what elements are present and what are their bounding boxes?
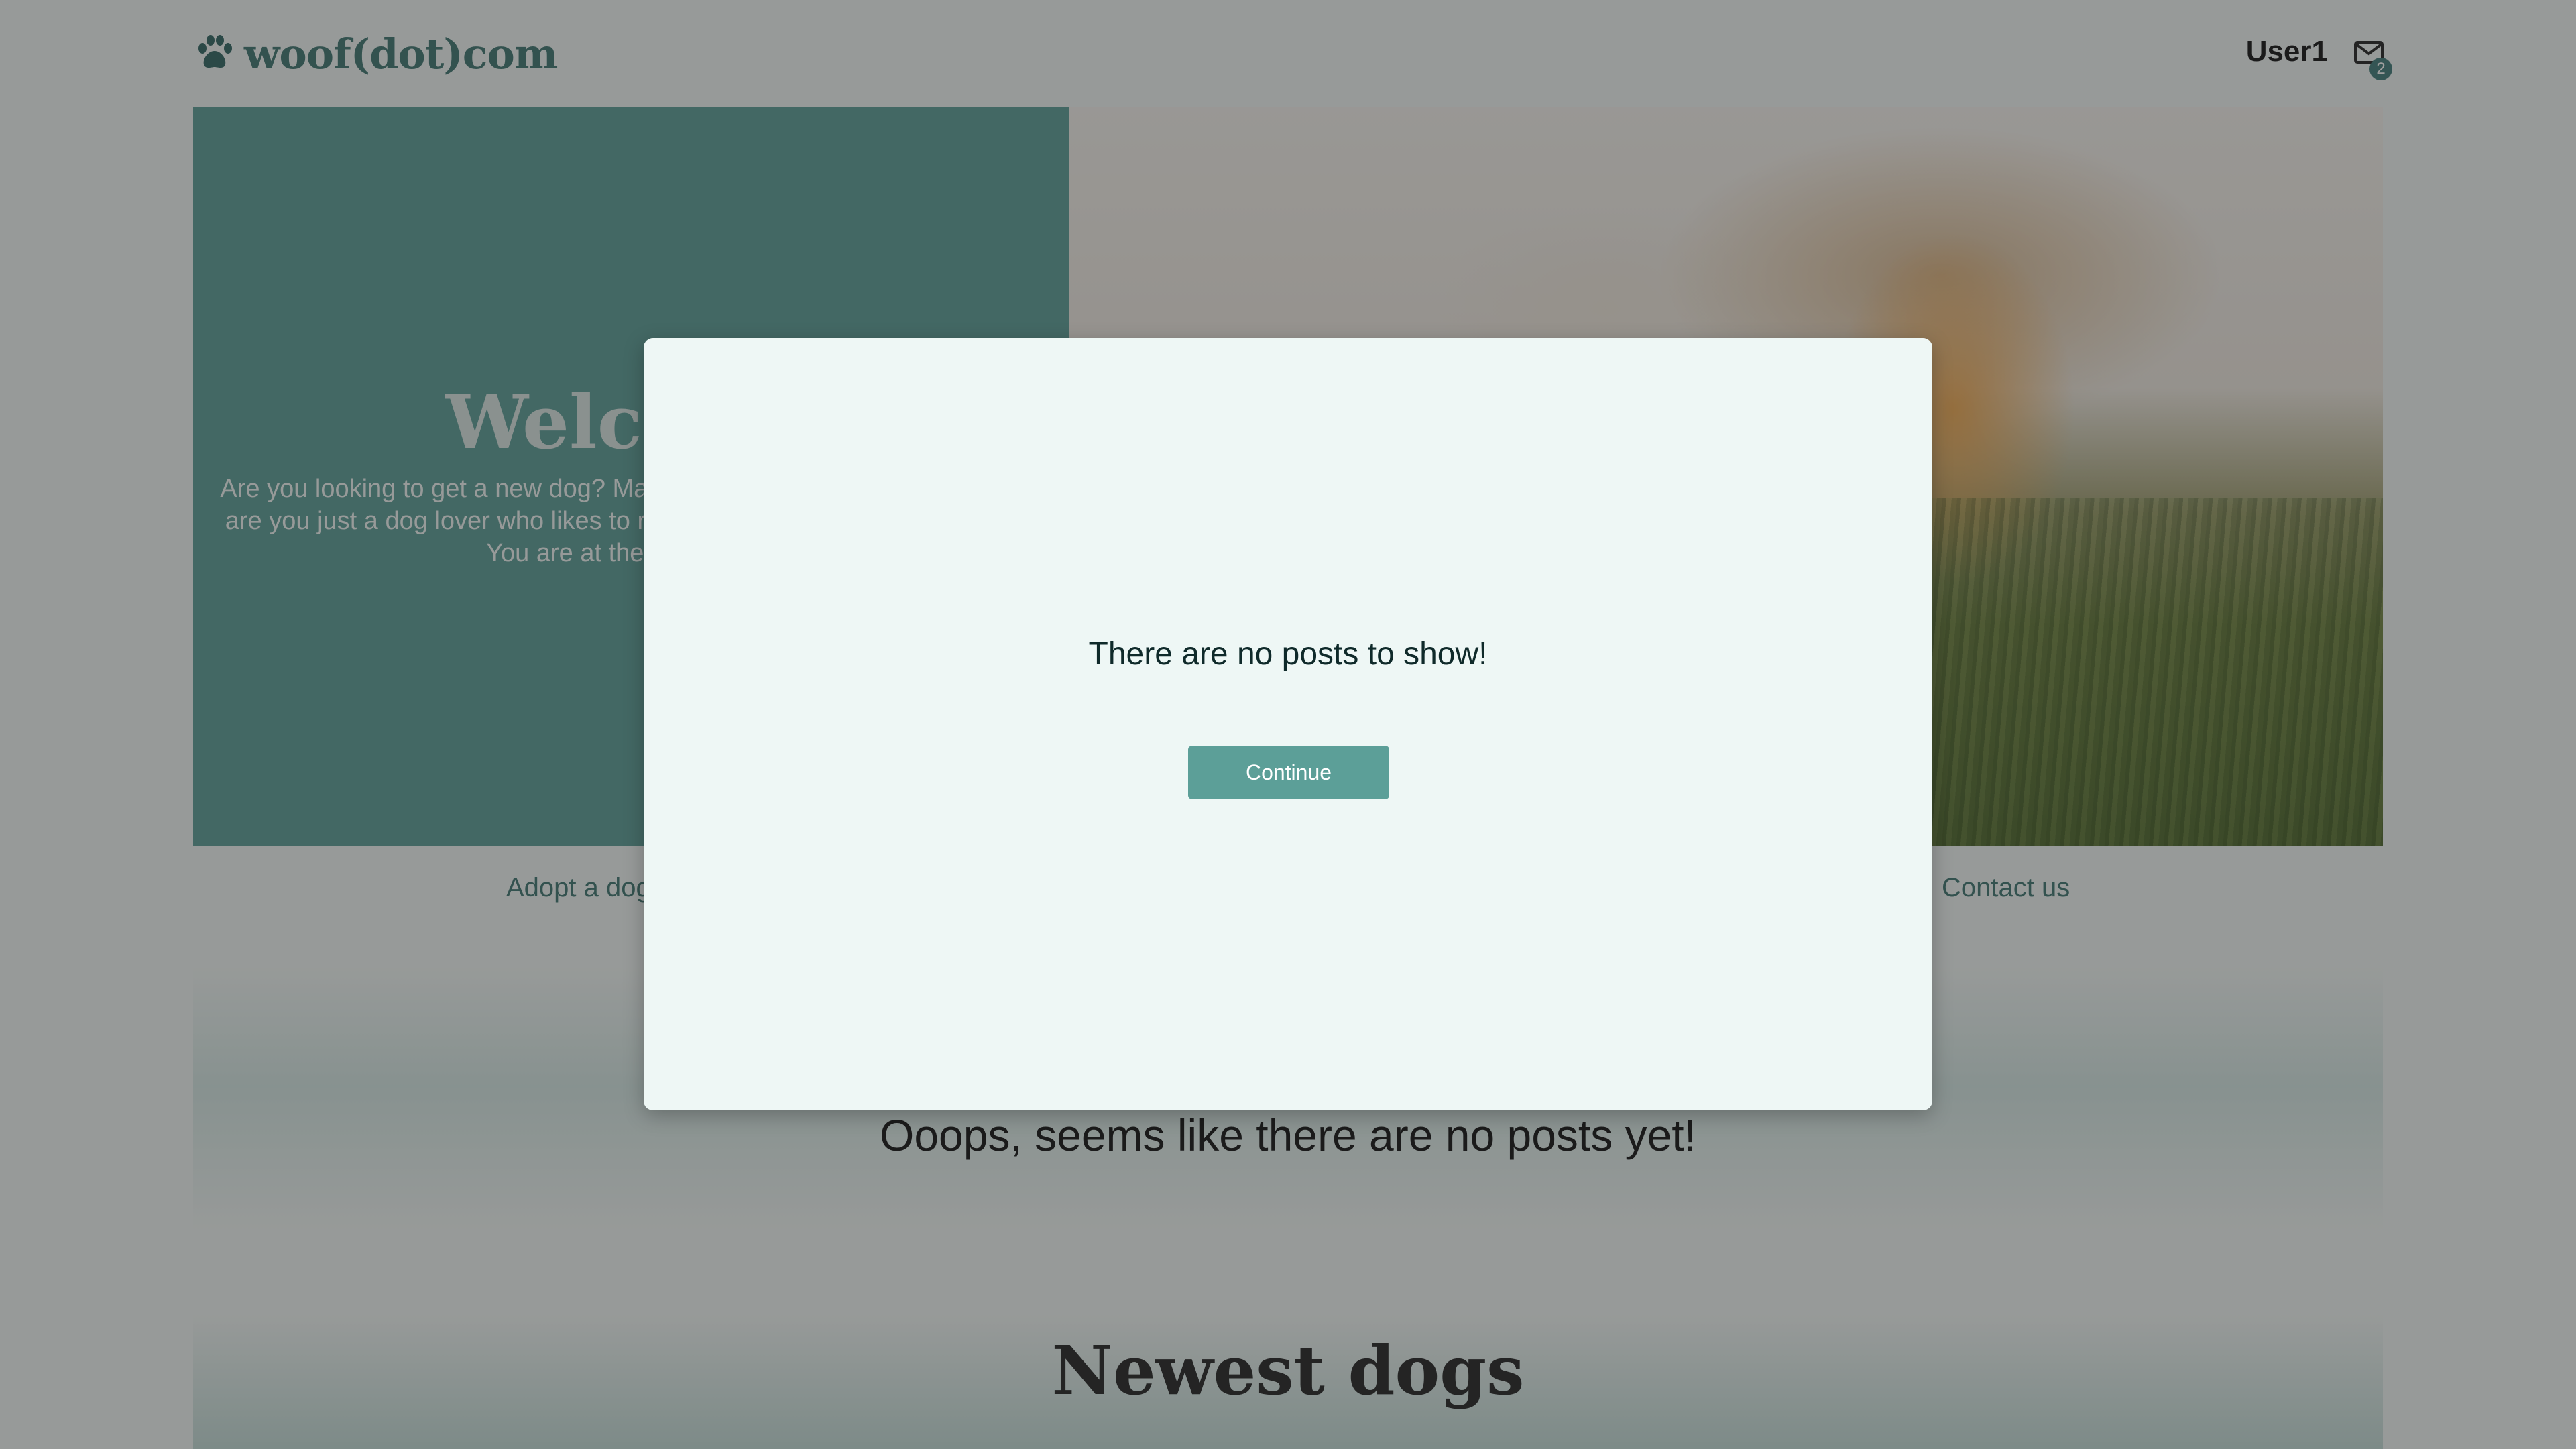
no-posts-dialog: There are no posts to show! Continue — [644, 338, 1932, 1110]
continue-button[interactable]: Continue — [1188, 746, 1389, 799]
page: woof(dot)com User1 2 Welcome Are you loo… — [0, 0, 2576, 1449]
dialog-message: There are no posts to show! — [1088, 636, 1488, 672]
